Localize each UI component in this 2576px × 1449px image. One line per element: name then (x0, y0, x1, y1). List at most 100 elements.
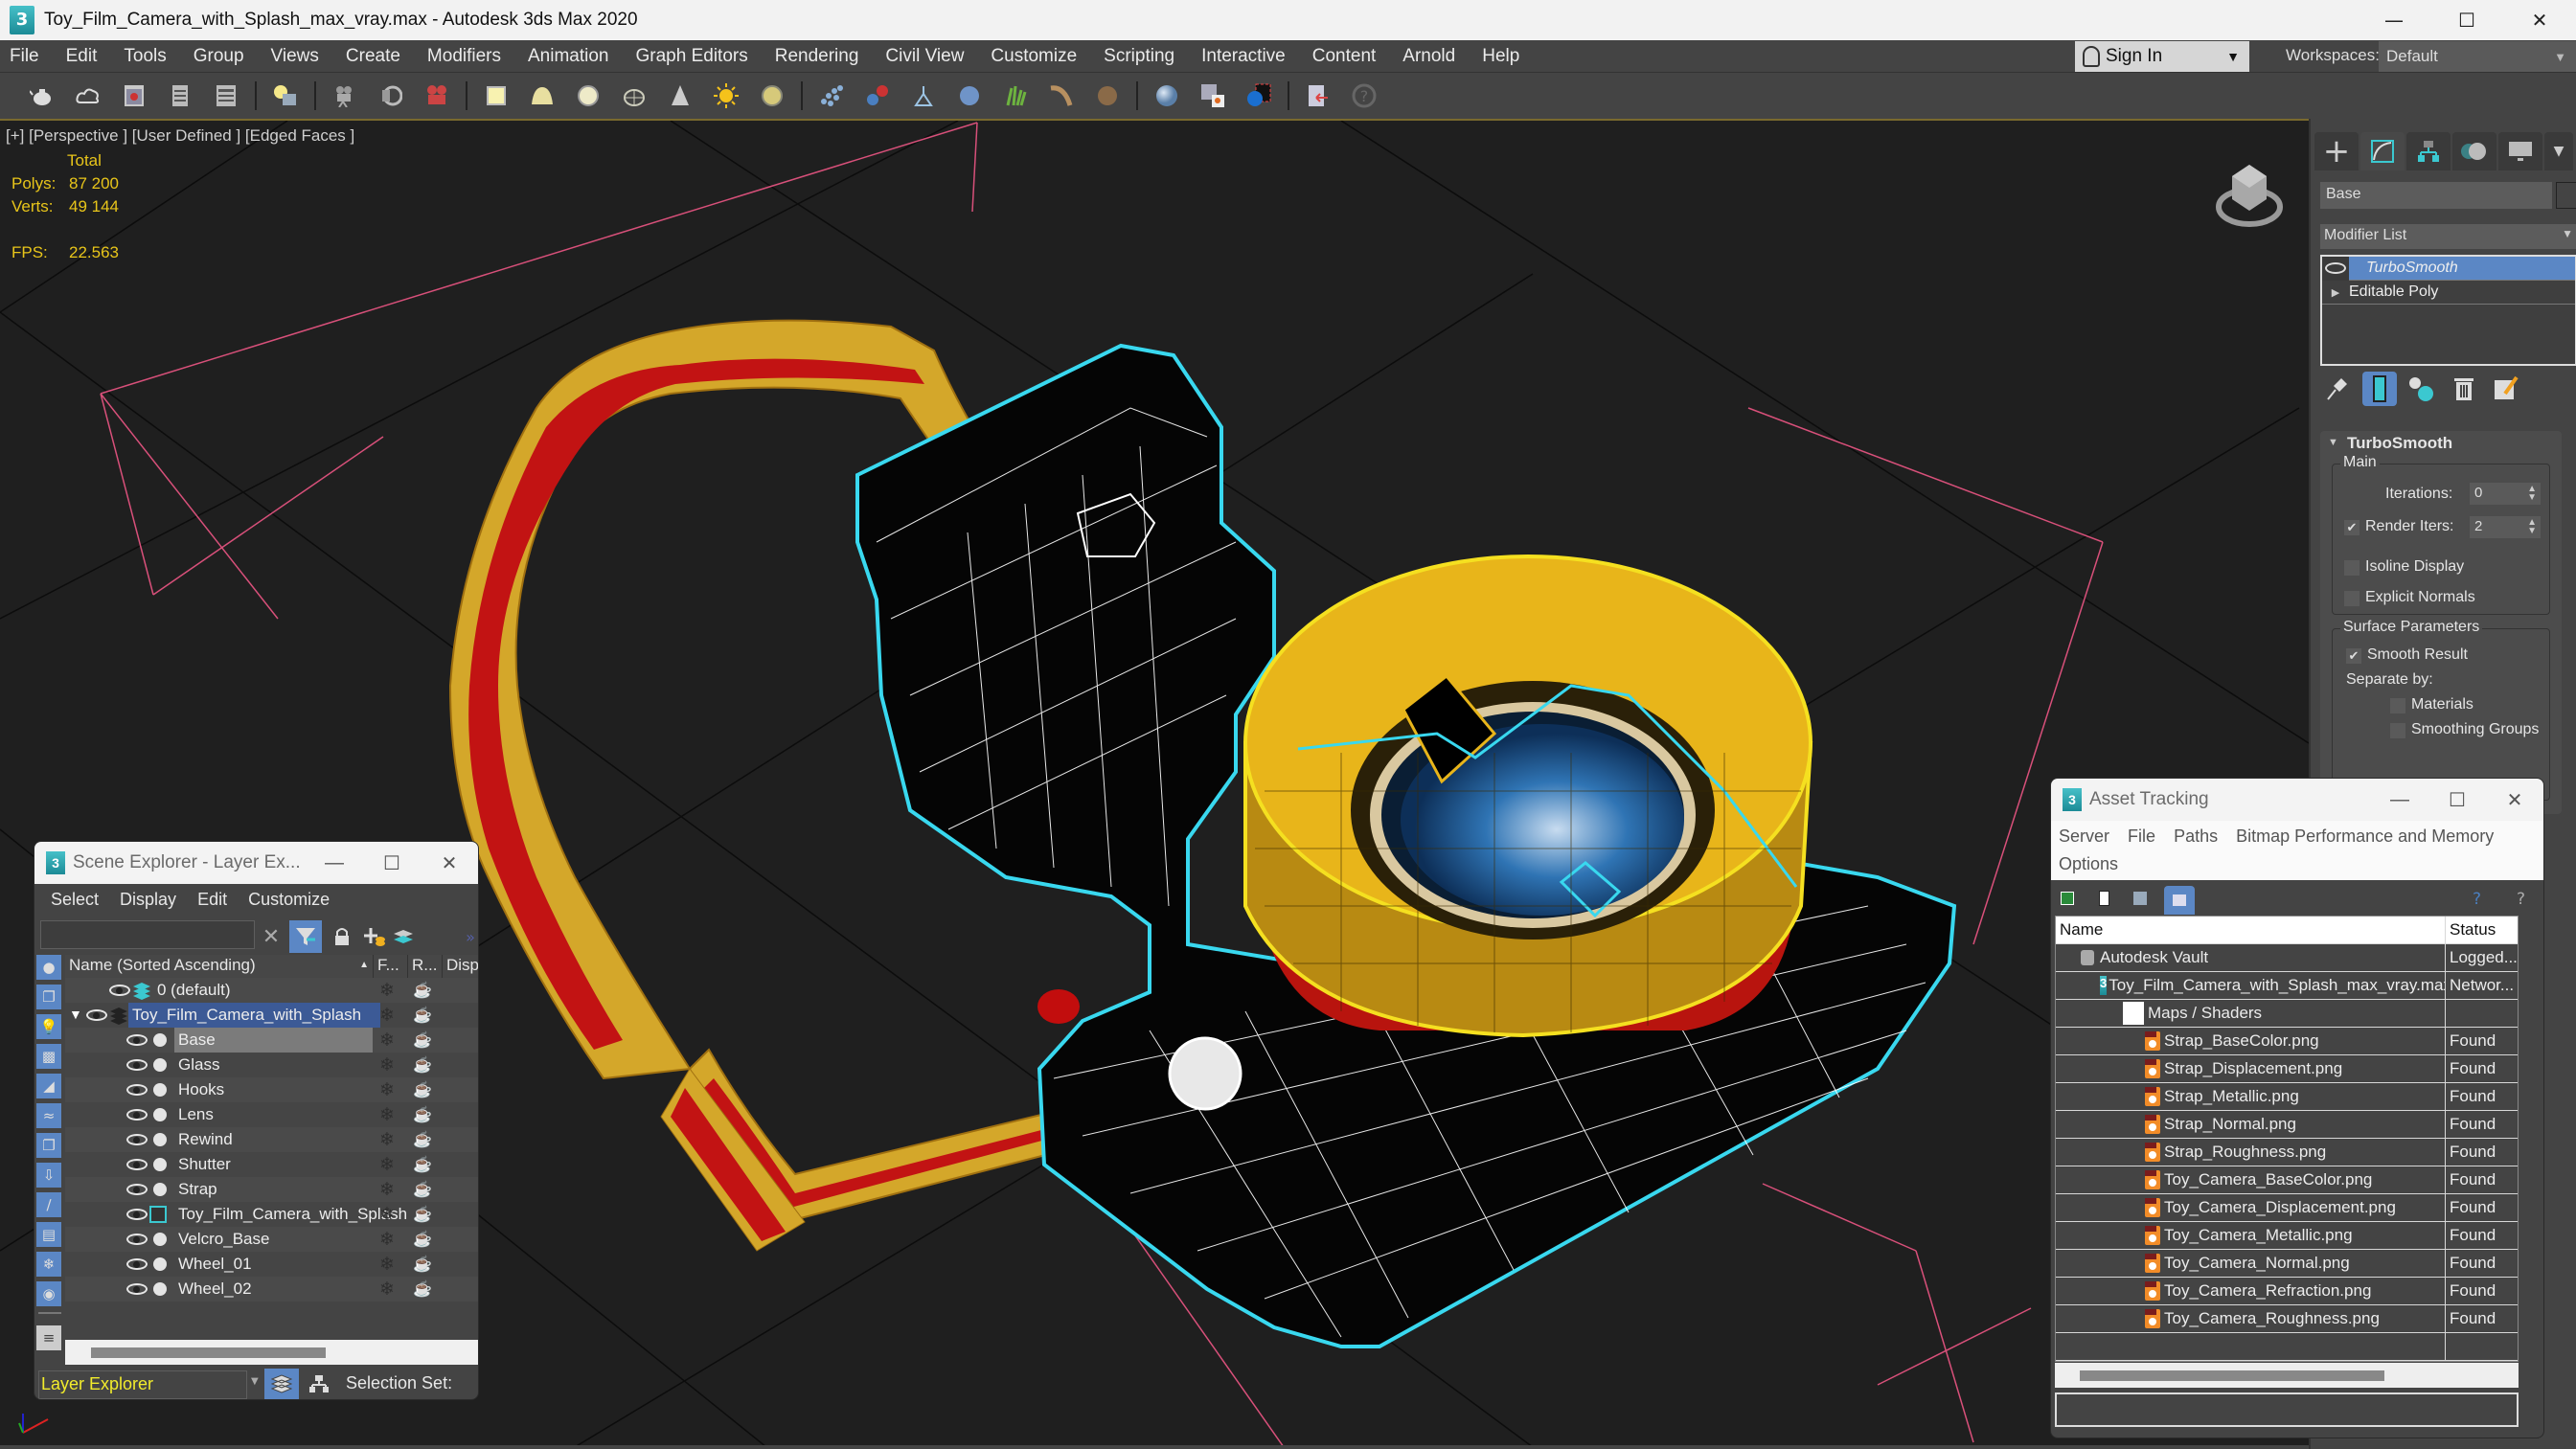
plane-light-icon[interactable] (473, 77, 519, 115)
visibility-eye-icon[interactable] (126, 1283, 148, 1295)
visibility-eye-icon[interactable] (126, 1209, 148, 1220)
maximize-button[interactable]: ☐ (363, 851, 421, 875)
freeze-icon[interactable]: ❄ (370, 1030, 404, 1052)
proxy-icon[interactable] (900, 77, 946, 115)
display-bones-icon[interactable]: ∕ (36, 1192, 61, 1217)
freeze-icon[interactable]: ❄ (370, 1254, 404, 1276)
menu-modifiers[interactable]: Modifiers (414, 46, 514, 67)
asset-tracking-titlebar[interactable]: 3 Asset Tracking — ☐ ✕ (2051, 779, 2543, 821)
renderable-teapot-icon[interactable]: ☕ (406, 1205, 439, 1224)
teapot-icon[interactable] (19, 77, 65, 115)
expand-toolbar-icon[interactable]: » (454, 920, 478, 953)
menu-views[interactable]: Views (258, 46, 332, 67)
modify-tab[interactable] (2360, 132, 2405, 170)
sign-in-dropdown[interactable]: Sign In ▼ (2075, 41, 2249, 72)
ies-light-icon[interactable] (749, 77, 795, 115)
spinner-arrows-icon[interactable]: ▲ ▼ (2527, 485, 2537, 503)
visibility-eye-icon[interactable] (126, 1059, 148, 1071)
help-icon[interactable]: ? (2517, 890, 2525, 909)
expand-arrow-icon[interactable]: ▶ (2322, 286, 2349, 299)
visibility-eye-icon[interactable] (126, 1034, 148, 1046)
scene-explorer-titlebar[interactable]: 3 Scene Explorer - Layer Ex... — ☐ ✕ (34, 842, 478, 884)
tree-row-layer[interactable]: ▼ Toy_Film_Camera_with_Splash ❄ ☕ (65, 1003, 478, 1028)
freeze-icon[interactable]: ❄ (370, 1229, 404, 1251)
horizontal-scrollbar[interactable] (2055, 1363, 2519, 1388)
explicit-normals-checkbox[interactable] (2344, 591, 2359, 606)
render-setup-icon[interactable] (157, 77, 203, 115)
sphere-light-icon[interactable] (565, 77, 611, 115)
menu-customize[interactable]: Customize (977, 46, 1090, 67)
molecule-icon[interactable] (855, 77, 900, 115)
menu-display[interactable]: Display (109, 890, 187, 910)
freeze-icon[interactable]: ❄ (370, 1154, 404, 1176)
menu-tools[interactable]: Tools (110, 46, 179, 67)
tree-row-object[interactable]: Hooks ❄ ☕ (65, 1077, 478, 1102)
menu-edit[interactable]: Edit (53, 46, 111, 67)
stack-item-turbosmooth[interactable]: TurboSmooth (2322, 256, 2575, 281)
renderable-teapot-icon[interactable]: ☕ (406, 981, 439, 1000)
menu-create[interactable]: Create (332, 46, 414, 67)
display-helpers-icon[interactable]: ◢ (36, 1074, 61, 1098)
table-row[interactable]: Strap_Displacement.png Found (2056, 1055, 2518, 1083)
table-row[interactable]: Autodesk Vault Logged... (2056, 944, 2518, 972)
menu-bitmap-performance[interactable]: Bitmap Performance and Memory (2236, 826, 2494, 846)
expand-arrow-icon[interactable]: ▼ (69, 1007, 82, 1022)
menu-graph-editors[interactable]: Graph Editors (623, 46, 762, 67)
remove-modifier-button[interactable] (2447, 372, 2481, 406)
table-row[interactable]: Strap_BaseColor.png Found (2056, 1028, 2518, 1055)
motion-tab[interactable] (2452, 132, 2496, 170)
smoothing-groups-checkbox[interactable] (2390, 723, 2405, 738)
create-tab[interactable]: + (2314, 132, 2359, 170)
render-frame-icon[interactable] (111, 77, 157, 115)
menu-file[interactable]: File (0, 46, 53, 67)
display-xrefs-icon[interactable]: ⇩ (36, 1163, 61, 1188)
display-containers-icon[interactable]: ▤ (36, 1222, 61, 1247)
menu-file[interactable]: File (2128, 826, 2155, 846)
eye-icon[interactable] (2322, 256, 2349, 281)
display-hidden-icon[interactable]: ◉ (36, 1281, 61, 1306)
close-button[interactable]: ✕ (2503, 0, 2576, 40)
renderable-teapot-icon[interactable]: ☕ (406, 1130, 439, 1149)
table-row[interactable]: Toy_Camera_Refraction.png Found (2056, 1278, 2518, 1305)
clear-search-icon[interactable]: ✕ (255, 920, 287, 953)
render-iters-checkbox[interactable]: ✔ (2344, 520, 2359, 535)
tree-row-object[interactable]: Strap ❄ ☕ (65, 1177, 478, 1202)
menu-interactive[interactable]: Interactive (1188, 46, 1299, 67)
menu-server[interactable]: Server (2059, 826, 2109, 846)
spinner-arrows-icon[interactable]: ▲ ▼ (2527, 518, 2537, 536)
camera-icon[interactable] (322, 77, 368, 115)
tree-row-object[interactable]: Base ❄ ☕ (65, 1028, 478, 1053)
renderable-teapot-icon[interactable]: ☕ (406, 1080, 439, 1099)
tree-row-object[interactable]: Lens ❄ ☕ (65, 1102, 478, 1127)
menu-civil-view[interactable]: Civil View (872, 46, 977, 67)
object-name-field[interactable]: Base (2320, 182, 2552, 209)
display-tab[interactable] (2498, 132, 2542, 170)
add-layer-icon[interactable] (358, 920, 391, 953)
menu-options[interactable]: Options (2059, 854, 2118, 873)
renderable-teapot-icon[interactable]: ☕ (406, 1255, 439, 1274)
menu-group[interactable]: Group (180, 46, 258, 67)
rollout-title[interactable]: TurboSmooth (2347, 434, 2452, 453)
render-settings-icon[interactable] (203, 77, 249, 115)
sort-by-hierarchy-button[interactable] (305, 1369, 333, 1399)
menu-scripting[interactable]: Scripting (1090, 46, 1188, 67)
display-groups-icon[interactable]: ❐ (36, 1133, 61, 1158)
lock-icon[interactable] (326, 920, 358, 953)
hierarchy-tab[interactable] (2406, 132, 2451, 170)
refresh-icon[interactable] (2061, 892, 2074, 905)
make-unique-button[interactable] (2405, 372, 2439, 406)
tree-row-group[interactable]: Toy_Film_Camera_with_Splash ❄ ☕ (65, 1202, 478, 1227)
maximize-button[interactable]: ☐ (2428, 788, 2486, 812)
freeze-icon[interactable]: ❄ (370, 1054, 404, 1076)
menu-content[interactable]: Content (1299, 46, 1390, 67)
visibility-eye-icon[interactable] (109, 985, 130, 996)
table-row[interactable]: Strap_Normal.png Found (2056, 1111, 2518, 1139)
freeze-icon[interactable]: ❄ (370, 1079, 404, 1101)
vault-help-icon[interactable]: ? (2473, 890, 2481, 909)
mesh-light-icon[interactable] (611, 77, 657, 115)
display-spacewarps-icon[interactable]: ≈ (36, 1103, 61, 1128)
filter-icon[interactable] (289, 920, 322, 953)
tree-row-object[interactable]: Rewind ❄ ☕ (65, 1127, 478, 1152)
camera-2-icon[interactable] (368, 77, 414, 115)
visibility-eye-icon[interactable] (126, 1084, 148, 1096)
